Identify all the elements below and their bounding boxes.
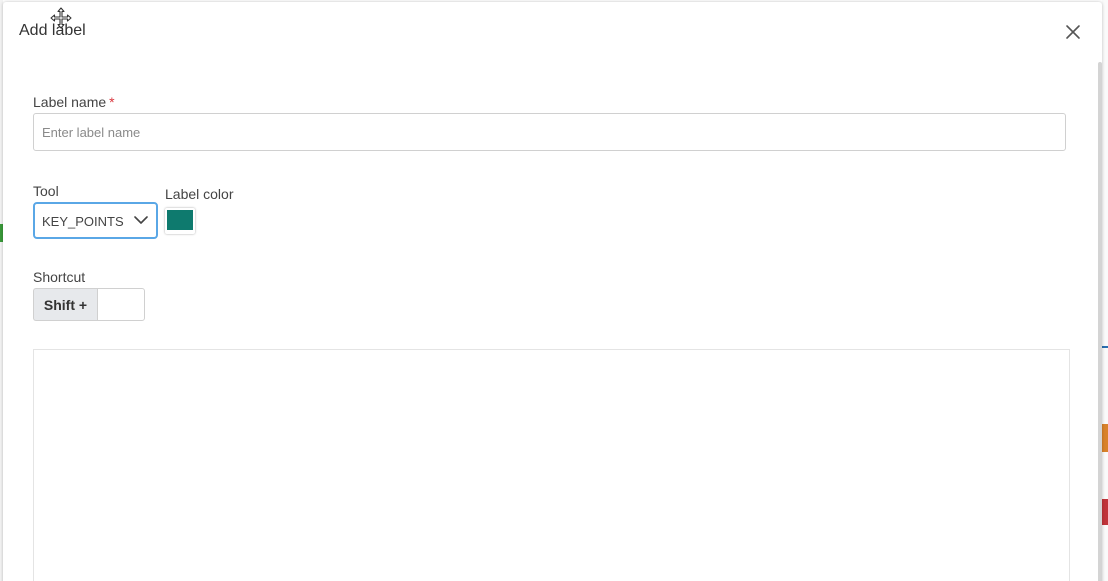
tool-label: Tool: [33, 183, 59, 199]
tool-select[interactable]: KEY_POINTS: [33, 202, 158, 239]
chevron-down-icon: [134, 216, 148, 224]
background-app-mark: [1102, 346, 1108, 348]
add-label-dialog: Add label Label name* Tool KEY_POINTS La…: [3, 2, 1102, 581]
background-app-edge-right: [1102, 0, 1108, 581]
required-marker: *: [109, 94, 115, 110]
label-color-swatch: [167, 210, 193, 230]
shortcut-key-input[interactable]: [97, 288, 145, 321]
tool-selected-value: KEY_POINTS: [42, 214, 124, 229]
label-name-input[interactable]: [33, 113, 1066, 151]
label-name-label: Label name *: [33, 94, 115, 110]
dialog-scrollbar[interactable]: [1098, 62, 1102, 581]
move-icon[interactable]: [49, 6, 73, 30]
page: Add label Label name* Tool KEY_POINTS La…: [0, 0, 1108, 581]
close-icon[interactable]: [1064, 23, 1082, 41]
label-name-text: Label name: [33, 94, 107, 110]
shortcut-modifier: Shift +: [33, 288, 97, 321]
label-preview-area[interactable]: [33, 349, 1070, 581]
background-app-mark: [1102, 424, 1108, 452]
shortcut-label: Shortcut: [33, 269, 86, 285]
background-app-mark: [1102, 499, 1108, 525]
label-color-label: Label color: [165, 186, 234, 202]
label-color-picker[interactable]: [165, 208, 195, 234]
